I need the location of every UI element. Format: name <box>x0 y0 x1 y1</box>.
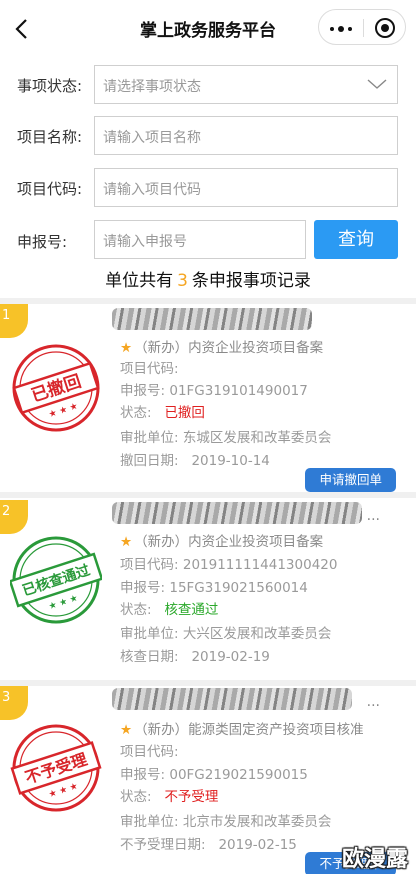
mini-program-capsule <box>318 9 406 45</box>
blurred-project-name <box>112 308 312 330</box>
code-input[interactable]: 请输入项目代码 <box>94 168 398 207</box>
name-input[interactable]: 请输入项目名称 <box>94 116 398 155</box>
approval-unit: 审批单位: 北京市发展和改革委员会 <box>120 814 332 830</box>
more-ellipsis: ... <box>366 508 380 524</box>
project-code: 项目代码: <box>120 744 179 760</box>
withdrawn-stamp: 已撤回 ★ ★ ★ <box>12 344 100 432</box>
record-summary: 单位共有 3 条申报事项记录 <box>105 271 311 291</box>
report-number: 申报号: 01FG319101490017 <box>120 383 308 399</box>
project-code: 项目代码: 201911111441300420 <box>120 557 338 573</box>
record-date: 不予受理日期: 2019-02-15 <box>120 837 297 853</box>
svg-text:★ ★ ★: ★ ★ ★ <box>48 401 80 420</box>
close-target-icon[interactable] <box>375 18 395 38</box>
record-date: 撤回日期: 2019-10-14 <box>120 453 270 469</box>
approval-unit: 审批单位: 大兴区发展和改革委员会 <box>120 626 332 642</box>
approval-unit: 审批单位: 东城区发展和改革委员会 <box>120 430 332 446</box>
record-card[interactable]: 1 已撤回 ★ ★ ★ ★ （新办）内资企业投资项目备案 项目代码: 申报号: 0… <box>0 304 416 492</box>
record-card[interactable]: 2 ... 已核查通过 ★ ★ ★ ★ （新办）内资企业投资项目备案 项目代码: … <box>0 498 416 680</box>
record-date: 核查日期: 2019-02-19 <box>120 649 270 665</box>
status-label: 事项状态: <box>17 77 83 95</box>
record-status: 状态: 核查通过 <box>120 602 219 618</box>
report-number: 申报号: 00FG219021590015 <box>120 767 308 783</box>
svg-text:★ ★ ★: ★ ★ ★ <box>48 781 80 800</box>
verified-stamp: 已核查通过 ★ ★ ★ <box>10 536 102 624</box>
record-index: 3 <box>0 686 28 720</box>
svg-text:★ ★ ★: ★ ★ ★ <box>48 593 80 612</box>
record-status: 状态: 不予受理 <box>120 789 219 805</box>
nav-bar: 掌上政务服务平台 <box>0 0 416 56</box>
withdraw-form-button[interactable]: 申请撤回单 <box>305 468 396 492</box>
report-number: 申报号: 15FG319021560014 <box>120 580 308 596</box>
rejected-stamp: 不予受理 ★ ★ ★ <box>10 724 102 812</box>
status-select[interactable]: 请选择事项状态 <box>94 65 398 104</box>
blurred-project-name <box>112 502 362 524</box>
report-label: 申报号: <box>17 233 68 251</box>
record-status: 状态: 已撤回 <box>120 405 205 421</box>
status-placeholder: 请选择事项状态 <box>103 79 201 95</box>
name-label: 项目名称: <box>17 128 83 146</box>
chevron-down-icon <box>367 79 387 89</box>
project-code: 项目代码: <box>120 361 179 377</box>
watermark: 欧漫露 <box>341 847 408 872</box>
record-type: ★ （新办）内资企业投资项目备案 <box>120 340 324 356</box>
record-index: 2 <box>0 500 28 534</box>
code-placeholder: 请输入项目代码 <box>103 182 201 198</box>
report-placeholder: 请输入申报号 <box>103 234 187 250</box>
code-label: 项目代码: <box>17 180 83 198</box>
query-button[interactable]: 查询 <box>314 220 398 259</box>
record-type: ★ （新办）能源类固定资产投资项目核准 <box>120 722 364 738</box>
more-ellipsis: ... <box>366 694 380 710</box>
report-input[interactable]: 请输入申报号 <box>94 220 306 259</box>
blurred-project-name <box>112 688 352 710</box>
name-placeholder: 请输入项目名称 <box>103 130 201 146</box>
record-index: 1 <box>0 304 28 338</box>
more-dots-icon[interactable] <box>328 26 354 32</box>
record-type: ★ （新办）内资企业投资项目备案 <box>120 534 324 550</box>
record-count: 3 <box>177 271 188 291</box>
